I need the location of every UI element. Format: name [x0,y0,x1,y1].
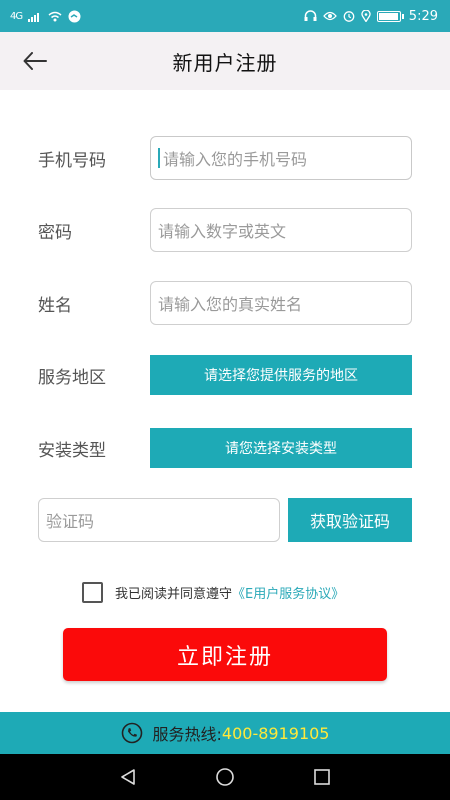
verify-code-placeholder: 验证码 [46,512,95,531]
service-area-row: 服务地区 请选择您提供服务的地区 [38,353,412,397]
phone-input[interactable]: 请输入您的手机号码 [150,136,412,180]
back-button[interactable] [20,46,50,76]
get-code-button[interactable]: 获取验证码 [288,498,412,542]
phone-label: 手机号码 [38,150,106,171]
status-bar: 4G 5:29 [0,0,450,32]
install-type-button[interactable]: 请您选择安装类型 [150,428,412,468]
eye-icon [322,11,337,21]
signal-icon [28,12,40,22]
battery-icon [376,10,404,22]
app-notification-icon [68,10,81,22]
text-caret [158,148,160,168]
verify-code-row: 验证码 获取验证码 [38,498,412,542]
agreement-text: 我已阅读并同意遵守 [115,586,233,602]
nav-recents-button[interactable] [310,765,334,789]
hotline-number[interactable]: 400-8919105 [222,724,330,743]
agreement-row: 我已阅读并同意遵守 《E用户服务协议》 [82,581,344,603]
registration-form: 手机号码 请输入您的手机号码 密码 请输入数字或英文 姓名 请输入您的真实姓名 … [0,90,450,712]
headset-icon [304,10,317,21]
status-right: 5:29 [304,9,438,24]
password-placeholder: 请输入数字或英文 [158,222,287,241]
password-label: 密码 [38,222,72,243]
agreement-link[interactable]: 《E用户服务协议》 [232,583,344,602]
page-title: 新用户注册 [172,50,278,75]
hotline-label: 服务热线: [152,725,222,744]
alarm-icon [343,11,355,22]
name-row: 姓名 请输入您的真实姓名 [38,281,412,325]
square-recents-icon [313,769,330,785]
system-nav-bar [0,754,450,800]
install-type-label: 安装类型 [38,440,106,461]
header: 新用户注册 [0,32,450,90]
wifi-icon [48,11,62,21]
password-input[interactable]: 请输入数字或英文 [150,208,412,252]
name-label: 姓名 [38,295,72,316]
clock: 5:29 [408,8,438,24]
agreement-checkbox[interactable] [82,581,103,603]
service-area-button[interactable]: 请选择您提供服务的地区 [150,355,412,395]
phone-icon [121,722,142,744]
phone-row: 手机号码 请输入您的手机号码 [38,136,412,180]
password-row: 密码 请输入数字或英文 [38,208,412,252]
phone-placeholder: 请输入您的手机号码 [163,150,308,169]
install-type-row: 安装类型 请您选择安装类型 [38,426,412,470]
name-placeholder: 请输入您的真实姓名 [158,295,303,314]
hotline-bar: 服务热线: 400-8919105 [0,712,450,754]
verify-code-input[interactable]: 验证码 [38,498,280,542]
network-type: 4G [10,10,23,22]
nav-back-button[interactable] [116,765,140,789]
register-button[interactable]: 立即注册 [63,628,387,681]
location-icon [361,10,371,22]
arrow-left-icon [23,52,47,70]
triangle-back-icon [121,769,136,785]
nav-home-button[interactable] [213,765,237,789]
circle-home-icon [216,768,234,786]
service-area-label: 服务地区 [38,367,106,388]
name-input[interactable]: 请输入您的真实姓名 [150,281,412,325]
status-left: 4G [10,10,81,23]
